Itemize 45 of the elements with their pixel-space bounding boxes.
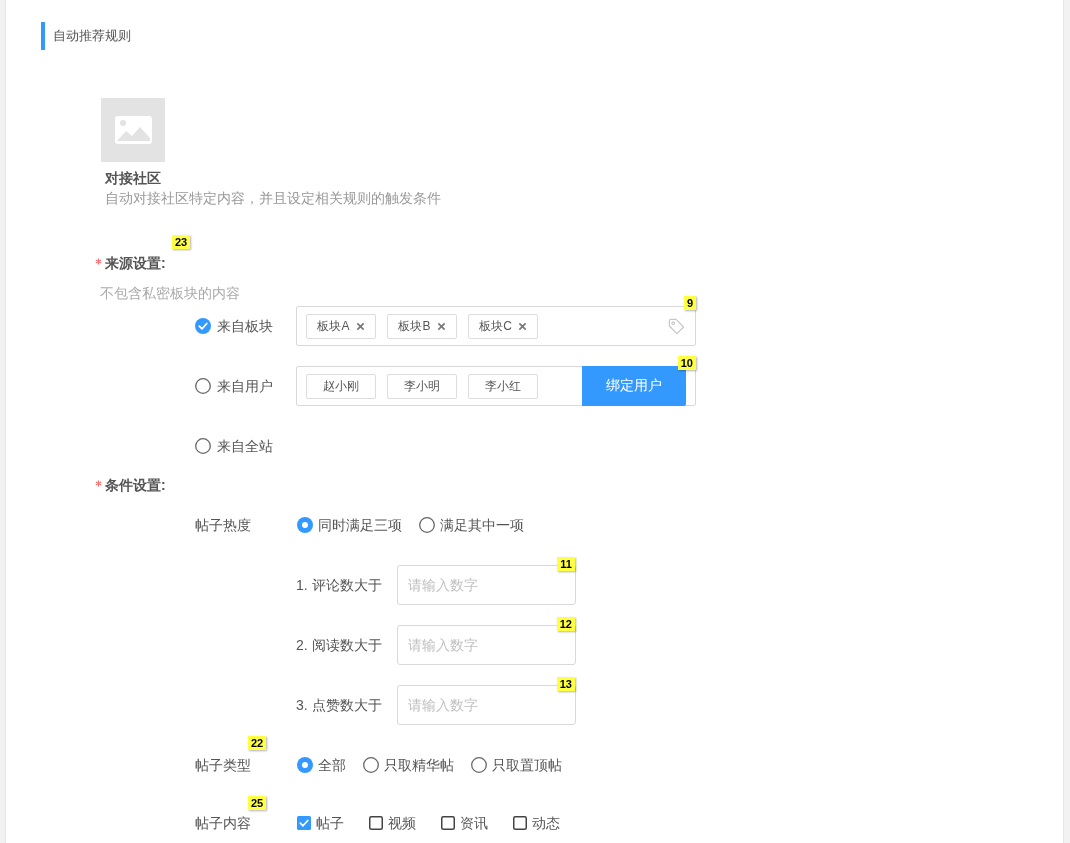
tag-label: 板块A (317, 318, 350, 334)
field-label: 1. 评论数大于 (296, 576, 383, 595)
field-label: 2. 阅读数大于 (296, 636, 383, 655)
radio-option[interactable]: 只取精华帖 (363, 755, 454, 775)
tag-label: 板块C (479, 318, 512, 334)
tag-input-field[interactable]: 板块A 板块B 板块C (296, 306, 696, 346)
group-label: 条件设置: (105, 476, 166, 495)
marker-badge: 13 (556, 677, 575, 691)
marker-badge: 12 (556, 617, 575, 631)
radio-option[interactable]: 全部 (297, 755, 346, 775)
radio-option[interactable]: 来自全站 (195, 436, 296, 456)
field-label: 3. 点赞数大于 (296, 696, 383, 715)
radio-option[interactable]: 满足其中一项 (419, 515, 524, 535)
user-chip: 李小明 (387, 373, 457, 399)
tag-label: 板块B (398, 318, 431, 334)
close-icon[interactable] (436, 321, 446, 331)
close-icon[interactable] (355, 321, 365, 331)
image-placeholder-icon (101, 98, 165, 162)
intro-description: 自动对接社区特定内容，并且设定相关规则的触发条件 (104, 189, 441, 208)
marker-badge: 23 (172, 235, 191, 249)
field-label: 帖子类型 (195, 756, 252, 775)
group-label: 来源设置: (105, 254, 166, 273)
checkbox-option[interactable]: 视频 (369, 813, 416, 833)
field-label: 帖子内容 (195, 814, 252, 833)
checkbox-option[interactable]: 动态 (513, 813, 560, 833)
marker-badge: 11 (557, 557, 575, 571)
tag-icon (668, 317, 685, 335)
radio-option[interactable]: 来自板块 (195, 316, 296, 336)
user-chip: 李小红 (468, 373, 538, 399)
user-input-field[interactable]: 赵小刚 李小明 李小红 绑定用户 (296, 366, 696, 406)
checkbox-option[interactable]: 资讯 (441, 813, 488, 833)
marker-badge: 22 (248, 736, 267, 750)
marker-badge: 25 (248, 796, 267, 810)
user-chip: 赵小刚 (306, 373, 376, 399)
radio-option[interactable]: 同时满足三项 (297, 515, 402, 535)
checkbox-option[interactable]: 帖子 (297, 813, 344, 833)
intro-title: 对接社区 (104, 169, 161, 188)
section-title: 自动推荐规则 (41, 22, 131, 50)
marker-badge: 9 (683, 296, 696, 310)
marker-badge: 10 (677, 356, 696, 370)
radio-option[interactable]: 只取置顶帖 (471, 755, 562, 775)
hint-text: 不包含私密板块的内容 (100, 284, 240, 303)
close-icon[interactable] (517, 321, 527, 331)
field-label: 帖子热度 (195, 516, 252, 535)
radio-option[interactable]: 来自用户 (195, 376, 296, 396)
